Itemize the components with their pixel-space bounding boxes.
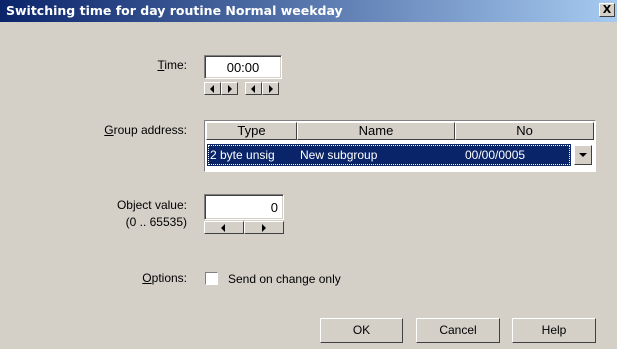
ok-button[interactable]: OK xyxy=(320,318,403,343)
column-header-name[interactable]: Name xyxy=(297,122,455,140)
row-name: New subgroup xyxy=(300,148,378,162)
title-bar: Switching time for day routine Normal we… xyxy=(0,0,617,22)
options-label: Options: xyxy=(142,271,187,285)
minute-increment-button[interactable] xyxy=(262,82,279,95)
help-button[interactable]: Help xyxy=(512,318,596,343)
left-arrow-icon xyxy=(251,85,255,93)
minute-decrement-button[interactable] xyxy=(245,82,262,95)
hour-decrement-button[interactable] xyxy=(204,82,221,95)
send-on-change-checkbox[interactable] xyxy=(205,272,218,285)
left-arrow-icon xyxy=(210,85,214,93)
send-on-change-label[interactable]: Send on change only xyxy=(228,272,341,286)
row-type: 2 byte unsig xyxy=(210,148,275,162)
window-title: Switching time for day routine Normal we… xyxy=(6,3,343,18)
object-value-label: Object value: xyxy=(116,198,187,212)
chevron-down-icon xyxy=(579,153,587,157)
object-value-increment-button[interactable] xyxy=(244,221,284,234)
object-value-decrement-button[interactable] xyxy=(204,221,244,234)
right-arrow-icon xyxy=(228,85,232,93)
left-arrow-icon xyxy=(221,224,225,232)
right-arrow-icon xyxy=(262,224,266,232)
group-dropdown-button[interactable] xyxy=(574,145,592,165)
close-button[interactable]: X xyxy=(599,3,615,17)
object-value-value: 0 xyxy=(270,200,278,215)
object-value-input[interactable]: 0 xyxy=(204,194,284,220)
row-no: 00/00/0005 xyxy=(465,148,526,162)
column-header-type[interactable]: Type xyxy=(206,122,297,140)
group-address-label: Group address: xyxy=(104,123,187,137)
time-input[interactable]: 00:00 xyxy=(204,55,282,79)
cancel-button[interactable]: Cancel xyxy=(416,318,500,343)
time-label: Time: xyxy=(157,58,187,72)
selected-group-row[interactable]: 2 byte unsig New subgroup 00/00/0005 xyxy=(207,144,571,166)
column-header-no[interactable]: No xyxy=(455,122,594,140)
hour-increment-button[interactable] xyxy=(221,82,238,95)
time-value: 00:00 xyxy=(226,60,260,75)
close-icon: X xyxy=(602,3,612,16)
group-address-table[interactable]: Type Name No 2 byte unsig New subgroup 0… xyxy=(204,120,596,172)
right-arrow-icon xyxy=(269,85,273,93)
object-value-range: (0 .. 65535) xyxy=(125,215,187,229)
